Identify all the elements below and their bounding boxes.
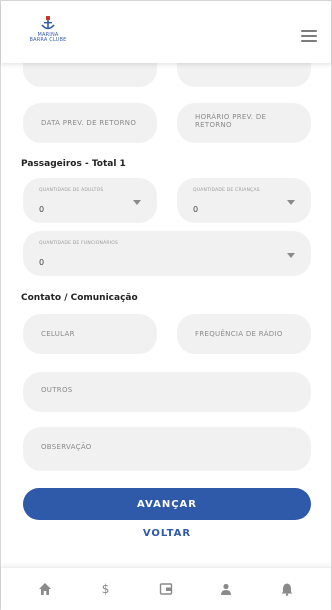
app-header: MARINA BARRA CLUBE xyxy=(1,1,331,63)
others-field[interactable]: OUTROS xyxy=(23,372,311,412)
bell-icon xyxy=(281,583,293,596)
nav-finance-button[interactable]: $ xyxy=(93,576,119,602)
children-label: QUANTIDADE DE CRIANÇAS xyxy=(193,188,260,193)
chevron-down-icon xyxy=(287,200,295,205)
anchor-logo-icon xyxy=(41,16,55,30)
nav-wallet-button[interactable] xyxy=(153,576,179,602)
hamburger-menu-icon[interactable] xyxy=(301,30,317,42)
home-icon xyxy=(39,583,52,595)
passengers-section-title: Passageiros - Total 1 xyxy=(21,159,126,169)
logo-text-line2: BARRA CLUBE xyxy=(29,37,67,43)
scroll-content[interactable]: DATA PREV. DE RETORNO HORÁRIO PREV. DE R… xyxy=(1,1,331,567)
staff-select[interactable]: QUANTIDADE DE FUNCIONÁRIOS 0 xyxy=(23,231,311,276)
radio-frequency-label: FREQUÊNCIA DE RÁDIO xyxy=(195,330,283,338)
staff-label: QUANTIDADE DE FUNCIONÁRIOS xyxy=(39,241,119,246)
back-button[interactable]: VOLTAR xyxy=(1,528,331,539)
nav-home-button[interactable] xyxy=(32,576,58,602)
children-value: 0 xyxy=(193,205,199,214)
adults-select[interactable]: QUANTIDADE DE ADULTOS 0 xyxy=(23,178,157,223)
next-button[interactable]: AVANÇAR xyxy=(23,488,311,520)
bottom-navigation: $ xyxy=(1,567,331,610)
adults-label: QUANTIDADE DE ADULTOS xyxy=(39,188,104,193)
nav-notifications-button[interactable] xyxy=(274,576,300,602)
return-date-field[interactable]: DATA PREV. DE RETORNO xyxy=(23,103,157,143)
phone-label: CELULAR xyxy=(41,330,75,338)
dollar-icon: $ xyxy=(101,582,110,596)
return-date-label: DATA PREV. DE RETORNO xyxy=(41,119,137,127)
app-frame: DATA PREV. DE RETORNO HORÁRIO PREV. DE R… xyxy=(0,0,332,610)
chevron-down-icon xyxy=(287,253,295,258)
notes-field[interactable]: OBSERVAÇÃO xyxy=(23,427,311,471)
return-time-label: HORÁRIO PREV. DE RETORNO xyxy=(195,113,267,129)
chevron-down-icon xyxy=(133,200,141,205)
children-select[interactable]: QUANTIDADE DE CRIANÇAS 0 xyxy=(177,178,311,223)
phone-field[interactable]: CELULAR xyxy=(23,314,157,354)
wallet-icon xyxy=(159,583,173,595)
return-time-field[interactable]: HORÁRIO PREV. DE RETORNO xyxy=(177,103,311,143)
brand-logo[interactable]: MARINA BARRA CLUBE xyxy=(21,15,75,55)
nav-profile-button[interactable] xyxy=(213,576,239,602)
staff-value: 0 xyxy=(39,258,45,267)
user-icon xyxy=(221,583,232,595)
notes-label: OBSERVAÇÃO xyxy=(41,443,92,451)
adults-value: 0 xyxy=(39,205,45,214)
radio-frequency-field[interactable]: FREQUÊNCIA DE RÁDIO xyxy=(177,314,311,354)
contact-section-title: Contato / Comunicação xyxy=(21,293,138,303)
others-label: OUTROS xyxy=(41,386,73,394)
